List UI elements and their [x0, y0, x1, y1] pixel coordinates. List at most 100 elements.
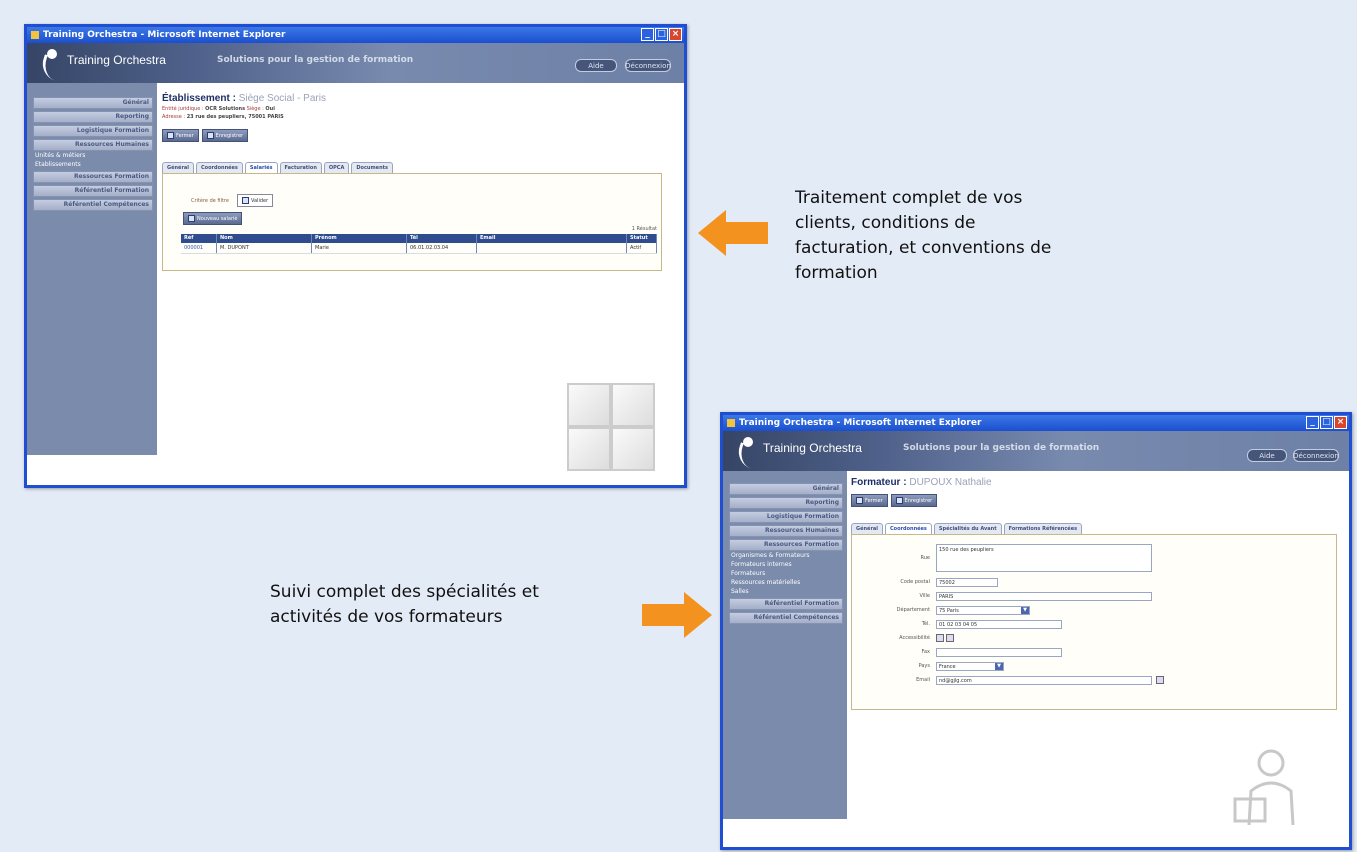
close-record-button[interactable]: Fermer	[851, 494, 888, 507]
nav-ressources-humaines[interactable]: Ressources Humaines	[33, 139, 153, 151]
callout-clients: Traitement complet de vos clients, condi…	[795, 186, 1051, 286]
tab-formations-referencees[interactable]: Formations Référencées	[1003, 523, 1083, 534]
checkbox-icon[interactable]	[936, 634, 944, 642]
page-title-label: Établissement :	[162, 93, 236, 104]
help-button[interactable]: Aide	[1247, 449, 1287, 462]
tab-coordonnees[interactable]: Coordonnées	[196, 162, 243, 173]
nav-sub-organismes[interactable]: Organismes & Formateurs	[731, 552, 841, 560]
country-select[interactable]: France ▼	[936, 661, 1004, 671]
main-content: Établissement : Siège Social - Paris Ent…	[162, 93, 682, 271]
tab-general[interactable]: Général	[162, 162, 194, 173]
filter-button[interactable]: Valider	[236, 194, 274, 207]
nav-sub-salles[interactable]: Salles	[731, 588, 841, 596]
nav-logistique[interactable]: Logistique Formation	[729, 511, 843, 523]
nav-referentiel-formation[interactable]: Référentiel Formation	[729, 598, 843, 610]
window-titlebar: Training Orchestra - Microsoft Internet …	[27, 27, 684, 43]
nav-referentiel-formation[interactable]: Référentiel Formation	[33, 185, 153, 197]
nav-sub-formateurs[interactable]: Formateurs	[731, 570, 841, 578]
trainer-illustration	[1233, 749, 1295, 826]
tab-bar: Général Coordonnées Salariés Facturation…	[162, 162, 682, 173]
postal-code-field[interactable]: 75002	[936, 577, 998, 587]
new-employee-button[interactable]: Nouveau salarié	[183, 212, 243, 225]
nav-sub-unites[interactable]: Unités & métiers	[35, 152, 151, 160]
nav-sub-etablissements[interactable]: Établissements	[35, 161, 151, 169]
meta-value: Oui	[265, 106, 275, 112]
page-title-label: Formateur :	[851, 477, 907, 488]
nav-ressources-formation[interactable]: Ressources Formation	[729, 539, 843, 551]
save-record-button[interactable]: Enregistrer	[890, 494, 938, 507]
cell-email	[477, 243, 627, 253]
nav-general[interactable]: Général	[729, 483, 843, 495]
nav-ressources-humaines[interactable]: Ressources Humaines	[729, 525, 843, 537]
meta-label: Siège :	[246, 106, 264, 112]
email-field[interactable]: nd@gjlg.com	[936, 675, 1152, 685]
close-record-button[interactable]: Fermer	[162, 129, 199, 142]
logo-text: Training Orchestra	[763, 441, 862, 455]
tab-coordonnees[interactable]: Coordonnées	[885, 523, 932, 534]
phone-field[interactable]: 01 02 03 04 05	[936, 619, 1062, 629]
city-field[interactable]: PARIS	[936, 591, 1152, 601]
col-nom[interactable]: Nom	[217, 234, 312, 243]
col-statut[interactable]: Statut	[627, 234, 657, 243]
phone-label: Tél.	[921, 621, 930, 627]
help-button[interactable]: Aide	[575, 59, 617, 72]
nav-sub-formateurs-internes[interactable]: Formateurs internes	[731, 561, 841, 569]
department-label: Département	[896, 607, 930, 613]
nav-reporting[interactable]: Reporting	[33, 111, 153, 123]
arrow-right-icon	[642, 592, 712, 638]
ie-icon	[727, 419, 735, 427]
nav-referentiel-competences[interactable]: Référentiel Compétences	[729, 612, 843, 624]
cell-ref[interactable]: 000001	[181, 243, 217, 253]
save-icon	[206, 132, 214, 139]
chevron-down-icon[interactable]: ▼	[995, 662, 1003, 670]
slogan: Solutions pour la gestion de formation	[217, 55, 414, 65]
maximize-button[interactable]: □	[1320, 416, 1333, 429]
nav-general[interactable]: Général	[33, 97, 153, 109]
tab-documents[interactable]: Documents	[351, 162, 393, 173]
maximize-button[interactable]: □	[655, 28, 668, 41]
col-ref[interactable]: Réf	[181, 234, 217, 243]
meta-label: Entité juridique :	[162, 106, 204, 112]
window-titlebar: Training Orchestra - Microsoft Internet …	[723, 415, 1349, 431]
country-label: Pays	[918, 663, 930, 669]
col-tel[interactable]: Tél	[407, 234, 477, 243]
page-title: Formateur : DUPOUX Nathalie	[851, 477, 1341, 488]
tab-opca[interactable]: OPCA	[323, 162, 350, 173]
street-field[interactable]: 150 rue des peupliers	[936, 544, 1152, 572]
nav-reporting[interactable]: Reporting	[729, 497, 843, 509]
col-email[interactable]: Email	[477, 234, 627, 243]
button-label: Nouveau salarié	[197, 215, 238, 222]
department-select[interactable]: 75 Paris ▼	[936, 605, 1030, 615]
page-subtitle: DUPOUX Nathalie	[909, 477, 992, 488]
tab-salaries[interactable]: Salariés	[244, 162, 278, 173]
logout-button[interactable]: Déconnexion	[1293, 449, 1339, 462]
browser-window-etablissement: Training Orchestra - Microsoft Internet …	[24, 24, 687, 488]
tab-specialites[interactable]: Spécialités du Avant	[933, 523, 1002, 534]
edit-icon[interactable]	[946, 634, 954, 642]
tab-facturation[interactable]: Facturation	[279, 162, 322, 173]
close-icon	[856, 497, 863, 504]
save-icon	[895, 497, 903, 504]
close-button[interactable]: ×	[1334, 416, 1347, 429]
callout-line: Suivi complet des spécialités et	[270, 582, 539, 602]
logout-button[interactable]: Déconnexion	[625, 59, 671, 72]
callout-line: activités de vos formateurs	[270, 607, 503, 627]
nav-logistique[interactable]: Logistique Formation	[33, 125, 153, 137]
minimize-button[interactable]: _	[1306, 416, 1319, 429]
meta-label: Adresse :	[162, 114, 186, 120]
callout-line: clients, conditions de	[795, 213, 976, 233]
nav-ressources-formation[interactable]: Ressources Formation	[33, 171, 153, 183]
minimize-button[interactable]: _	[641, 28, 654, 41]
mail-icon[interactable]	[1156, 676, 1164, 684]
col-prenom[interactable]: Prénom	[312, 234, 407, 243]
save-record-button[interactable]: Enregistrer	[201, 129, 249, 142]
close-button[interactable]: ×	[669, 28, 682, 41]
chevron-down-icon[interactable]: ▼	[1021, 606, 1029, 614]
fax-field[interactable]	[936, 647, 1062, 657]
close-icon	[167, 132, 174, 139]
tab-general[interactable]: Général	[851, 523, 883, 534]
nav-referentiel-competences[interactable]: Référentiel Compétences	[33, 199, 153, 211]
nav-sub-ressources-materielles[interactable]: Ressources matérielles	[731, 579, 841, 587]
sidebar: Général Reporting Logistique Formation R…	[723, 471, 847, 819]
table-row[interactable]: 000001 M. DUPONT Marie 06.01.02.03.04 Ac…	[181, 243, 657, 254]
